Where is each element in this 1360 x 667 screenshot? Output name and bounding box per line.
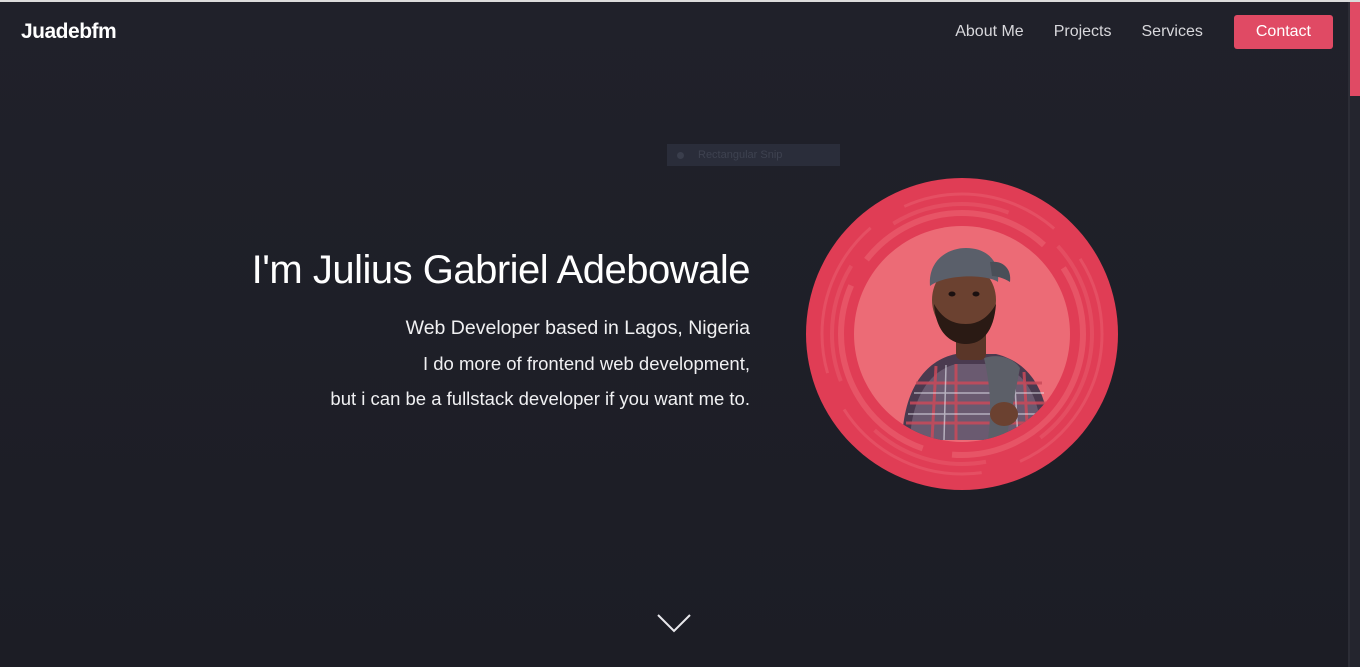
snip-label: Rectangular Snip xyxy=(698,149,783,161)
nav-services[interactable]: Services xyxy=(1142,23,1203,41)
hero-description-1: I do more of frontend web development, xyxy=(422,353,750,374)
hero-description-2: but i can be a fullstack developer if yo… xyxy=(330,388,750,409)
main-nav: About Me Projects Services Contact xyxy=(925,15,1333,49)
contact-button[interactable]: Contact xyxy=(1233,15,1333,49)
hero-title: I'm Julius Gabriel Adebowale xyxy=(251,248,751,292)
profile-photo-icon xyxy=(806,178,1118,490)
scrollbar[interactable] xyxy=(1350,2,1360,667)
snip-overlay: Rectangular Snip xyxy=(667,144,840,166)
hero-subtitle: Web Developer based in Lagos, Nigeria xyxy=(405,317,750,339)
brand-logo[interactable]: Juadebfm xyxy=(21,20,117,44)
avatar xyxy=(806,178,1118,490)
snip-dot-icon xyxy=(677,151,684,159)
scroll-down-button[interactable] xyxy=(656,613,692,638)
page: Juadebfm About Me Projects Services Cont… xyxy=(0,0,1360,667)
nav-projects[interactable]: Projects xyxy=(1054,23,1112,41)
scrollbar-thumb[interactable] xyxy=(1350,2,1360,96)
nav-about-me[interactable]: About Me xyxy=(955,23,1023,41)
chevron-down-icon xyxy=(657,614,691,633)
hero-intro: I'm Julius Gabriel Adebowale Web Develop… xyxy=(150,248,751,423)
